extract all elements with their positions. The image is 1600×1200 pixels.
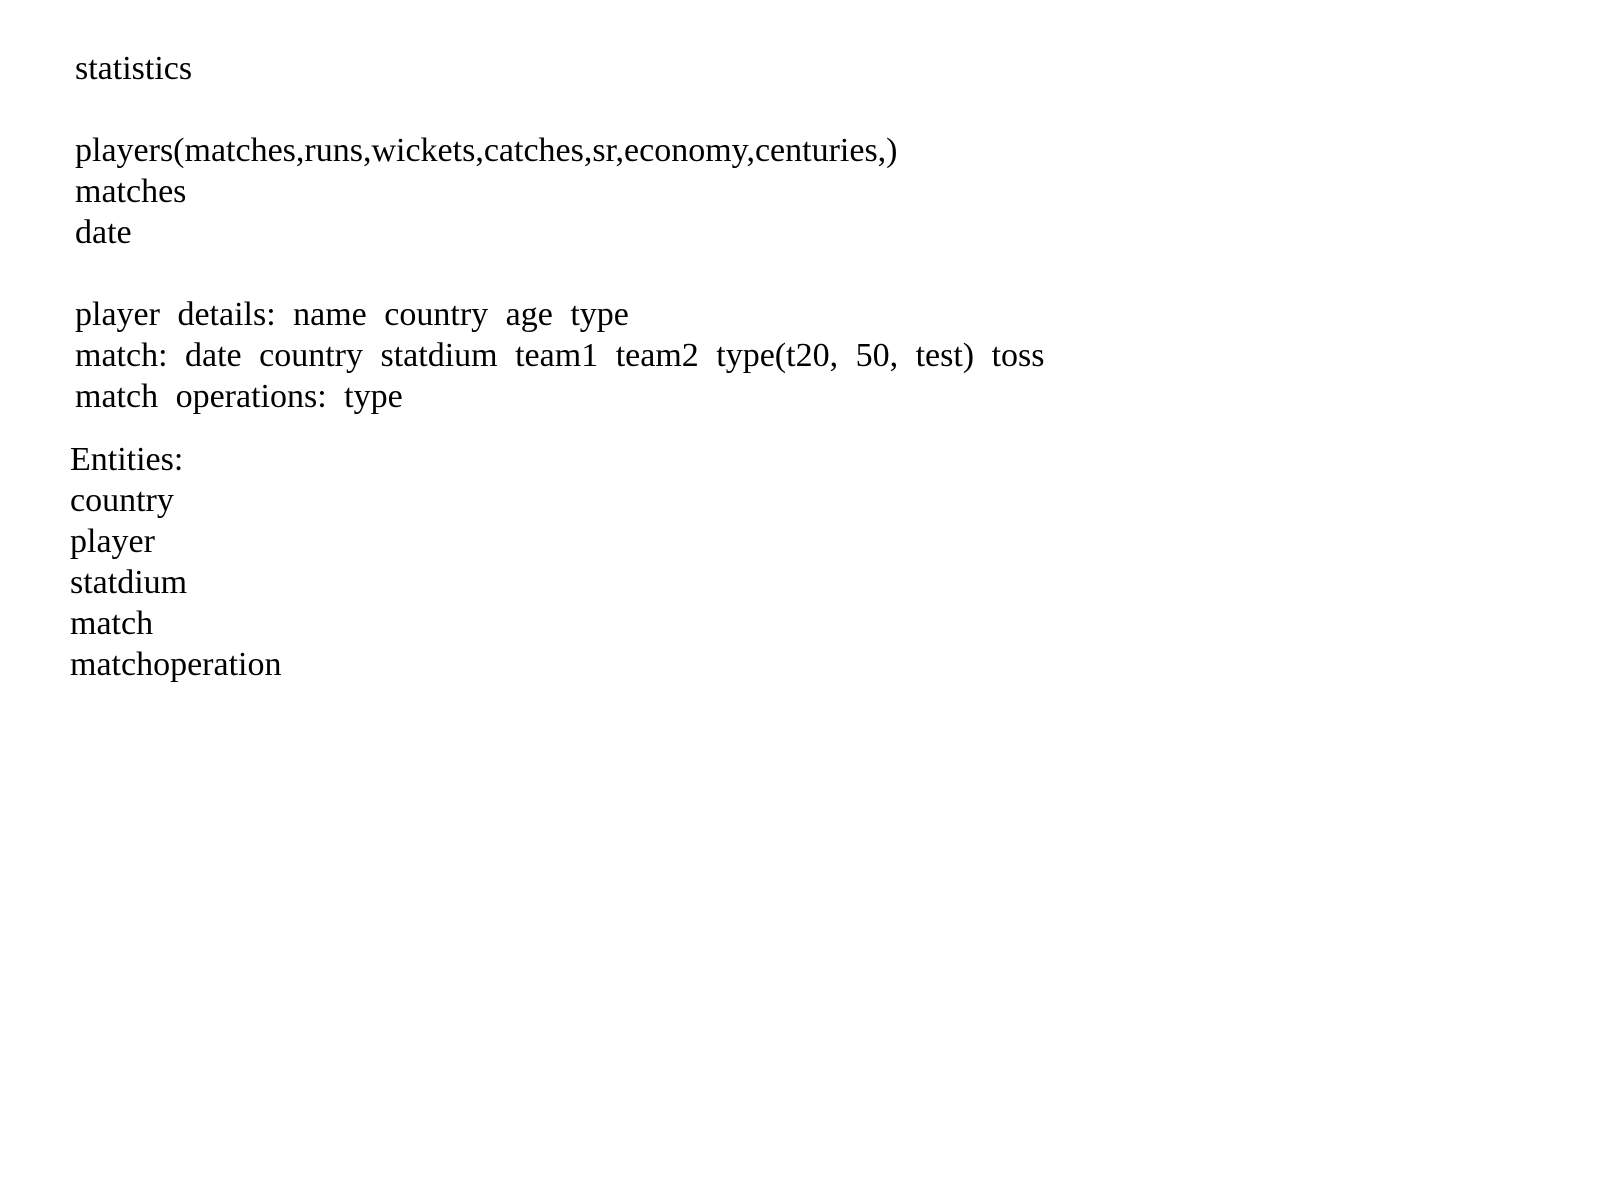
entity-item: country [70, 482, 174, 519]
stats-line: matches [75, 173, 187, 210]
entities-heading: Entities: [70, 441, 184, 478]
detail-line: match operations: type [75, 378, 403, 415]
detail-line: match: date country statdium team1 team2… [75, 337, 1045, 374]
notes-heading: statistics [75, 50, 193, 87]
entity-item: player [70, 523, 155, 560]
stats-line: players(matches,runs,wickets,catches,sr,… [75, 132, 898, 169]
entity-item: statdium [70, 564, 188, 601]
stats-line: date [75, 214, 132, 251]
detail-line: player details: name country age type [75, 296, 629, 333]
entity-item: matchoperation [70, 646, 282, 683]
entity-item: match [70, 605, 154, 642]
